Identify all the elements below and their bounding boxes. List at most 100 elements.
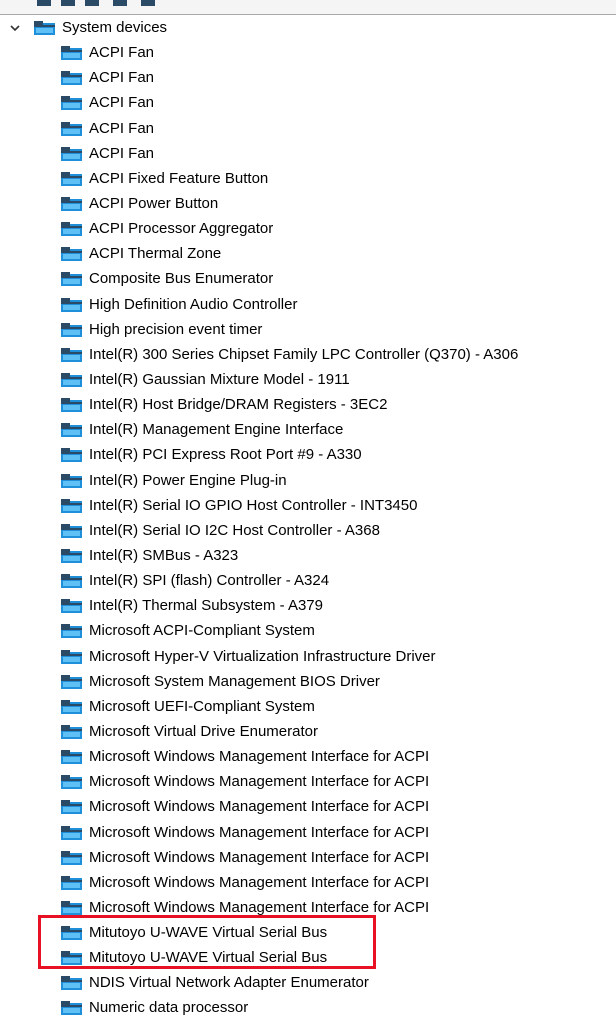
system-device-icon: [61, 900, 82, 915]
system-device-icon: [61, 1001, 82, 1016]
system-device-icon: [61, 624, 82, 639]
device-tree: System devices ACPI Fan ACPI Fan ACPI Fan A…: [0, 15, 616, 1021]
tree-item[interactable]: Microsoft Virtual Drive Enumerator: [0, 719, 616, 744]
tree-item-label: Microsoft Windows Management Interface f…: [89, 798, 430, 816]
tree-item-label: Intel(R) Serial IO I2C Host Controller -…: [89, 521, 380, 539]
tree-item[interactable]: Microsoft Windows Management Interface f…: [0, 744, 616, 769]
tree-item-label: Microsoft Windows Management Interface f…: [89, 823, 430, 841]
tree-item[interactable]: ACPI Thermal Zone: [0, 241, 616, 266]
tree-item[interactable]: ACPI Processor Aggregator: [0, 216, 616, 241]
tree-item[interactable]: Intel(R) Serial IO I2C Host Controller -…: [0, 518, 616, 543]
tree-item[interactable]: Intel(R) Thermal Subsystem - A379: [0, 593, 616, 618]
tree-item[interactable]: Intel(R) SPI (flash) Controller - A324: [0, 568, 616, 593]
system-device-icon: [61, 825, 82, 840]
tree-item[interactable]: Intel(R) PCI Express Root Port #9 - A330: [0, 442, 616, 467]
tree-item-label: Intel(R) Power Engine Plug-in: [89, 471, 287, 489]
toolbar-button-icon[interactable]: [140, 0, 158, 8]
tree-item[interactable]: High Definition Audio Controller: [0, 292, 616, 317]
tree-node-system-devices[interactable]: System devices: [0, 15, 616, 40]
system-device-icon: [61, 398, 82, 413]
tree-item-label: ACPI Fan: [89, 44, 155, 62]
toolbar-strip: [0, 0, 616, 15]
toolbar-button-icon[interactable]: [60, 0, 78, 8]
tree-item[interactable]: Microsoft Windows Management Interface f…: [0, 794, 616, 819]
system-device-icon: [61, 196, 82, 211]
tree-item-label: High precision event timer: [89, 320, 263, 338]
tree-item-label: Numeric data processor: [89, 999, 249, 1017]
system-device-icon: [61, 523, 82, 538]
system-device-icon: [61, 297, 82, 312]
toolbar-button-icon[interactable]: [36, 0, 54, 8]
system-device-icon: [61, 724, 82, 739]
tree-item[interactable]: Microsoft Windows Management Interface f…: [0, 820, 616, 845]
system-device-icon: [61, 121, 82, 136]
tree-item[interactable]: Microsoft System Management BIOS Driver: [0, 669, 616, 694]
tree-item-label: Mitutoyo U-WAVE Virtual Serial Bus: [89, 949, 328, 967]
tree-item[interactable]: Microsoft Hyper-V Virtualization Infrast…: [0, 644, 616, 669]
system-device-icon: [61, 750, 82, 765]
system-device-icon: [61, 272, 82, 287]
tree-item[interactable]: ACPI Fan: [0, 40, 616, 65]
tree-item-label: ACPI Fan: [89, 119, 155, 137]
tree-item[interactable]: High precision event timer: [0, 317, 616, 342]
tree-item[interactable]: Microsoft Windows Management Interface f…: [0, 870, 616, 895]
tree-item-label: ACPI Power Button: [89, 194, 219, 212]
tree-item-label: Microsoft Hyper-V Virtualization Infrast…: [89, 647, 436, 665]
system-device-icon: [61, 574, 82, 589]
system-device-icon: [61, 146, 82, 161]
tree-item[interactable]: ACPI Fan: [0, 65, 616, 90]
tree-item[interactable]: Microsoft Windows Management Interface f…: [0, 845, 616, 870]
system-device-icon: [61, 473, 82, 488]
tree-item[interactable]: Microsoft ACPI-Compliant System: [0, 618, 616, 643]
tree-item-label: Composite Bus Enumerator: [89, 270, 274, 288]
tree-item[interactable]: Intel(R) Gaussian Mixture Model - 1911: [0, 367, 616, 392]
tree-item[interactable]: Intel(R) Management Engine Interface: [0, 417, 616, 442]
tree-item-label: High Definition Audio Controller: [89, 295, 298, 313]
system-devices-folder-icon: [34, 21, 55, 35]
tree-item-label: Mitutoyo U-WAVE Virtual Serial Bus: [89, 924, 328, 942]
tree-item[interactable]: Mitutoyo U-WAVE Virtual Serial Bus: [0, 920, 616, 945]
tree-item[interactable]: Microsoft UEFI-Compliant System: [0, 694, 616, 719]
tree-item[interactable]: ACPI Power Button: [0, 191, 616, 216]
tree-item-label: Intel(R) PCI Express Root Port #9 - A330: [89, 446, 362, 464]
system-device-icon: [61, 96, 82, 111]
tree-item-label: ACPI Fan: [89, 144, 155, 162]
tree-item-label: ACPI Fan: [89, 69, 155, 87]
tree-item-label: Intel(R) Management Engine Interface: [89, 421, 344, 439]
tree-item[interactable]: Intel(R) SMBus - A323: [0, 543, 616, 568]
tree-item[interactable]: Intel(R) Serial IO GPIO Host Controller …: [0, 493, 616, 518]
tree-item[interactable]: Intel(R) 300 Series Chipset Family LPC C…: [0, 342, 616, 367]
tree-item[interactable]: Composite Bus Enumerator: [0, 266, 616, 291]
system-device-icon: [61, 875, 82, 890]
tree-item-label: Microsoft Windows Management Interface f…: [89, 773, 430, 791]
toolbar-button-icon[interactable]: [84, 0, 102, 8]
system-device-icon: [61, 951, 82, 966]
tree-item[interactable]: Microsoft Windows Management Interface f…: [0, 895, 616, 920]
tree-item[interactable]: Intel(R) Power Engine Plug-in: [0, 468, 616, 493]
tree-item-label: Intel(R) Serial IO GPIO Host Controller …: [89, 496, 418, 514]
toolbar-button-icon[interactable]: [112, 0, 130, 8]
system-device-icon: [61, 699, 82, 714]
tree-item-label: Microsoft ACPI-Compliant System: [89, 622, 315, 640]
tree-item[interactable]: Mitutoyo U-WAVE Virtual Serial Bus: [0, 945, 616, 970]
tree-item-label: ACPI Fixed Feature Button: [89, 169, 269, 187]
system-device-icon: [61, 976, 82, 991]
tree-item-label: Intel(R) 300 Series Chipset Family LPC C…: [89, 345, 519, 363]
tree-item-label: Microsoft System Management BIOS Driver: [89, 672, 380, 690]
tree-item[interactable]: ACPI Fan: [0, 141, 616, 166]
system-device-icon: [61, 448, 82, 463]
tree-item-label: Intel(R) Host Bridge/DRAM Registers - 3E…: [89, 396, 388, 414]
tree-item-label: ACPI Processor Aggregator: [89, 220, 274, 238]
tree-item[interactable]: NDIS Virtual Network Adapter Enumerator: [0, 970, 616, 995]
tree-item[interactable]: ACPI Fan: [0, 90, 616, 115]
tree-item-label: Intel(R) SPI (flash) Controller - A324: [89, 572, 330, 590]
chevron-down-icon[interactable]: [9, 22, 21, 34]
system-device-icon: [61, 926, 82, 941]
tree-item[interactable]: Intel(R) Host Bridge/DRAM Registers - 3E…: [0, 392, 616, 417]
tree-item[interactable]: ACPI Fan: [0, 116, 616, 141]
tree-item[interactable]: ACPI Fixed Feature Button: [0, 166, 616, 191]
tree-item[interactable]: Numeric data processor: [0, 995, 616, 1020]
tree-item-label: Microsoft Windows Management Interface f…: [89, 748, 430, 766]
tree-item[interactable]: Microsoft Windows Management Interface f…: [0, 769, 616, 794]
tree-item-label: Microsoft UEFI-Compliant System: [89, 697, 315, 715]
